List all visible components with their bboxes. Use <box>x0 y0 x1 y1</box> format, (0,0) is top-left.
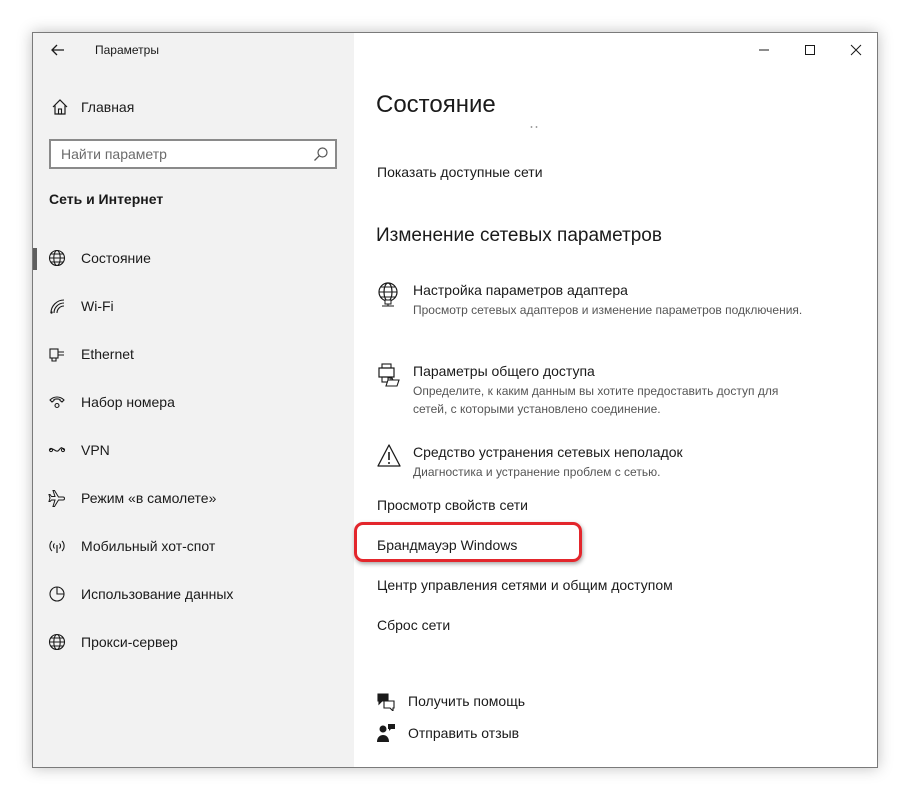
sidebar-item-label: Состояние <box>81 250 151 266</box>
vpn-icon <box>48 447 66 453</box>
sidebar-item-hotspot[interactable]: Мобильный хот-спот <box>33 529 354 563</box>
setting-description: Просмотр сетевых адаптеров и изменение п… <box>413 303 803 317</box>
sidebar-item-label: VPN <box>81 442 110 458</box>
search-box <box>49 139 337 169</box>
feedback-person-icon <box>377 724 395 742</box>
get-help-label: Получить помощь <box>408 693 526 709</box>
network-reset-link[interactable]: Сброс сети <box>377 617 450 633</box>
window-controls <box>741 33 877 67</box>
sidebar: Параметры Главная Сеть и Интернет <box>33 33 354 767</box>
sharing-settings-item[interactable]: Параметры общего доступа Определите, к к… <box>376 362 846 418</box>
title-bar: Параметры <box>33 33 354 67</box>
troubleshooter-item[interactable]: Средство устранения сетевых неполадок Ди… <box>376 443 846 483</box>
sharing-icon <box>378 363 400 387</box>
show-available-networks-link[interactable]: Показать доступные сети <box>377 164 543 180</box>
maximize-button[interactable] <box>787 33 833 67</box>
globe-icon <box>48 249 66 267</box>
app-title: Параметры <box>95 43 159 57</box>
sidebar-item-home[interactable]: Главная <box>33 91 354 123</box>
dialup-icon <box>49 396 65 409</box>
network-sharing-center-link[interactable]: Центр управления сетями и общим доступом <box>377 577 673 593</box>
windows-firewall-link[interactable]: Брандмауэр Windows <box>377 537 517 553</box>
close-button[interactable] <box>833 33 877 67</box>
sidebar-item-proxy[interactable]: Прокси-сервер <box>33 625 354 659</box>
warning-icon <box>377 444 401 467</box>
sidebar-item-status[interactable]: Состояние <box>33 241 354 275</box>
scrollbar[interactable] <box>877 313 878 753</box>
data-usage-icon <box>49 586 65 602</box>
selection-indicator <box>33 248 37 270</box>
sidebar-item-data-usage[interactable]: Использование данных <box>33 577 354 611</box>
sidebar-item-wifi[interactable]: Wi-Fi <box>33 289 354 323</box>
sidebar-item-ethernet[interactable]: Ethernet <box>33 337 354 371</box>
sidebar-item-label: Wi-Fi <box>81 298 114 314</box>
setting-description: Определите, к каким данным вы хотите пре… <box>413 384 779 416</box>
section-title: Сеть и Интернет <box>49 191 164 207</box>
sidebar-item-label: Использование данных <box>81 586 234 602</box>
send-feedback-label: Отправить отзыв <box>408 725 520 741</box>
search-input[interactable] <box>51 141 306 167</box>
ethernet-icon <box>49 348 64 362</box>
hotspot-icon <box>49 540 65 553</box>
sidebar-item-label: Режим «в самолете» <box>81 490 217 506</box>
scroll-indicator-icon <box>530 126 538 128</box>
minimize-icon <box>759 49 769 51</box>
sidebar-item-dialup[interactable]: Набор номера <box>33 385 354 419</box>
setting-description: Диагностика и устранение проблем с сетью… <box>413 465 661 479</box>
back-button[interactable] <box>43 37 73 63</box>
setting-title: Параметры общего доступа <box>413 363 595 379</box>
back-arrow-icon <box>51 44 64 56</box>
main-panel: Состояние Показать доступные сети Измене… <box>354 33 878 767</box>
setting-title: Настройка параметров адаптера <box>413 282 628 298</box>
setting-title: Средство устранения сетевых неполадок <box>413 444 683 460</box>
network-globe-icon <box>378 282 398 307</box>
maximize-icon <box>805 45 815 55</box>
proxy-globe-icon <box>48 633 66 651</box>
wifi-icon <box>50 299 65 314</box>
home-icon <box>52 99 68 115</box>
sidebar-item-label: Мобильный хот-спот <box>81 538 216 554</box>
minimize-button[interactable] <box>741 33 787 67</box>
settings-window: Параметры Главная Сеть и Интернет <box>32 32 878 768</box>
home-label: Главная <box>81 99 135 115</box>
change-settings-heading: Изменение сетевых параметров <box>376 225 662 246</box>
sidebar-item-vpn[interactable]: VPN <box>33 433 354 467</box>
sidebar-item-label: Прокси-сервер <box>81 634 178 650</box>
help-chat-icon <box>377 693 395 711</box>
close-icon <box>850 44 862 56</box>
search-icon[interactable] <box>313 146 329 162</box>
sidebar-item-label: Набор номера <box>81 394 175 410</box>
adapter-settings-item[interactable]: Настройка параметров адаптера Просмотр с… <box>376 281 846 337</box>
page-title: Состояние <box>376 91 496 118</box>
sidebar-item-airplane[interactable]: Режим «в самолете» <box>33 481 354 515</box>
view-network-properties-link[interactable]: Просмотр свойств сети <box>377 497 528 513</box>
airplane-icon <box>48 490 65 507</box>
sidebar-item-label: Ethernet <box>81 346 134 362</box>
